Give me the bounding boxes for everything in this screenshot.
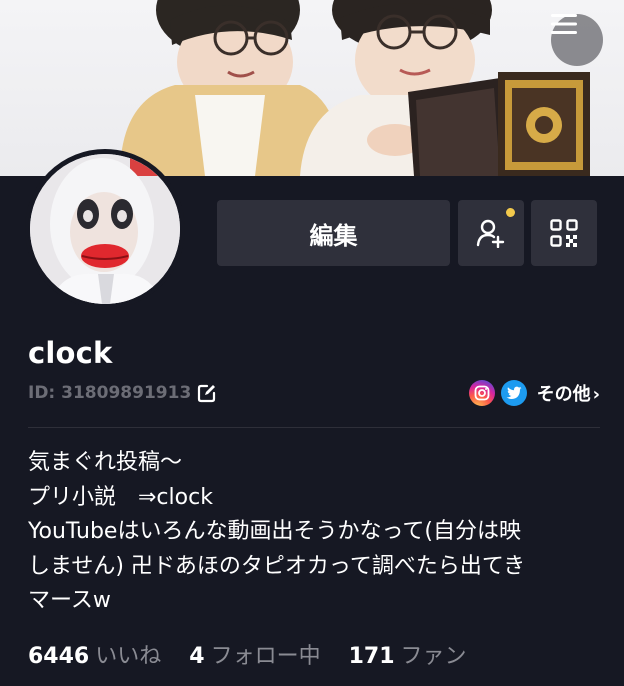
hamburger-icon bbox=[551, 14, 577, 34]
bio: 気まぐれ投稿〜 プリ小説 ⇒clock YouTubeはいろんな動画出そうかなっ… bbox=[28, 446, 608, 619]
others-link[interactable]: その他 › bbox=[537, 380, 600, 406]
edit-profile-label: 編集 bbox=[309, 221, 358, 250]
profile-page: 編集 clock ID: 31809891913 その他 › 気まぐれ投稿〜 プ… bbox=[0, 0, 624, 686]
bio-line: マースw bbox=[28, 588, 111, 613]
avatar-image bbox=[30, 154, 180, 304]
bio-line: YouTubeはいろんな動画出そうかなって(自分は映 bbox=[28, 519, 521, 544]
followers-label[interactable]: ファン bbox=[401, 638, 467, 670]
twitter-icon[interactable] bbox=[500, 380, 527, 406]
following-count[interactable]: 4 bbox=[189, 644, 204, 669]
bio-line: しません) 卍ドあほのタピオカって調べたら出てき bbox=[28, 553, 526, 579]
divider bbox=[28, 427, 600, 428]
edit-profile-button[interactable]: 編集 bbox=[217, 200, 450, 266]
user-id-row: ID: 31809891913 bbox=[28, 383, 217, 403]
instagram-icon[interactable] bbox=[468, 380, 495, 406]
edit-icon bbox=[198, 384, 216, 403]
bio-line: 気まぐれ投稿〜 bbox=[28, 450, 183, 475]
notification-dot bbox=[506, 208, 515, 217]
followers-count[interactable]: 171 bbox=[349, 644, 395, 669]
edit-id-button[interactable] bbox=[197, 383, 217, 403]
bio-line: プリ小説 ⇒clock bbox=[28, 484, 213, 510]
others-label: その他 bbox=[536, 384, 591, 405]
add-user-icon bbox=[476, 219, 505, 248]
user-id: ID: 31809891913 bbox=[28, 383, 192, 403]
social-links: その他 › bbox=[468, 380, 600, 406]
chevron-right-icon: › bbox=[592, 384, 600, 405]
qr-code-icon bbox=[550, 219, 578, 247]
following-label[interactable]: フォロー中 bbox=[211, 638, 321, 670]
username: clock bbox=[28, 336, 113, 370]
likes-count[interactable]: 6446 bbox=[28, 644, 89, 669]
likes-label: いいね bbox=[95, 644, 162, 669]
add-friend-button[interactable] bbox=[458, 200, 524, 266]
avatar[interactable] bbox=[25, 149, 185, 309]
menu-button[interactable] bbox=[551, 14, 603, 66]
stats-row: 6446 いいね 4 フォロー中 171 ファン bbox=[28, 638, 495, 670]
qr-code-button[interactable] bbox=[531, 200, 597, 266]
